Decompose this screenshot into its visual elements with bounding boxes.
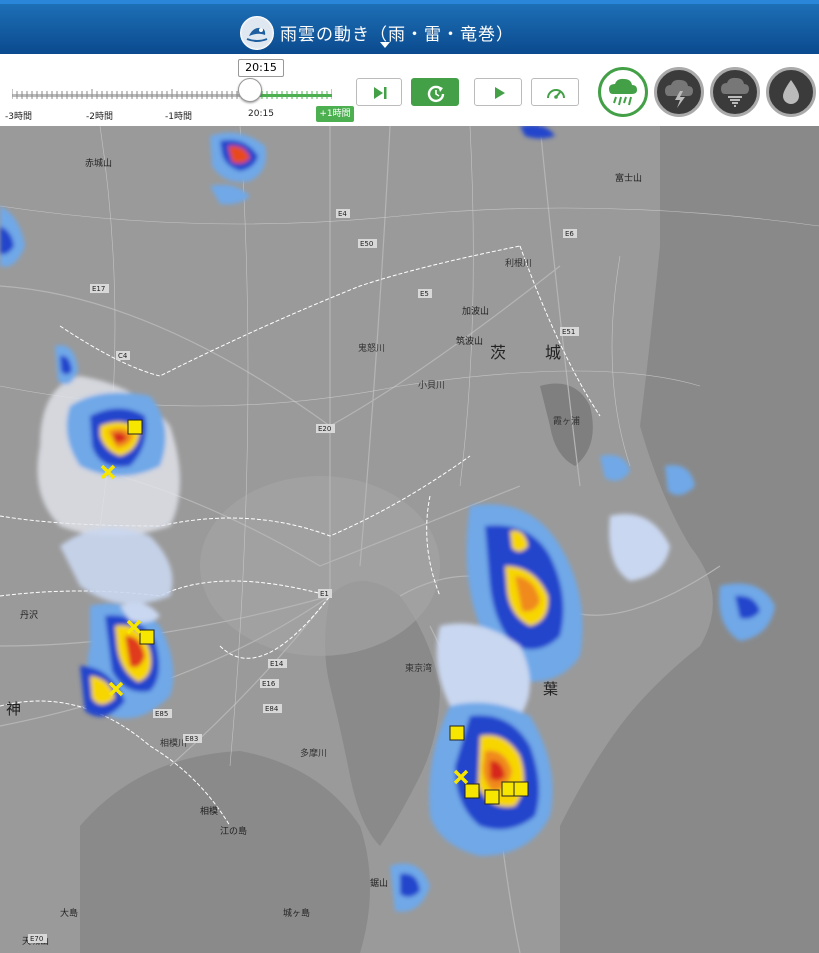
map-label-prefecture: 茨 xyxy=(490,343,506,362)
lightning-square-marker xyxy=(449,725,465,741)
timeline-label-minus3[interactable]: -3時間 xyxy=(5,109,32,122)
page-title[interactable]: 雨雲の動き（雨・雷・竜巻） xyxy=(280,20,514,45)
map-label-river: 小貝川 xyxy=(418,380,445,391)
lightning-square-marker xyxy=(484,789,500,805)
map-label-water: 霞ヶ浦 xyxy=(553,415,580,427)
map-label-river: 相模川 xyxy=(160,737,187,749)
road-label: C4 xyxy=(118,352,128,360)
map-label-mountain: 富士山 xyxy=(615,172,642,184)
lightning-square-marker xyxy=(513,781,529,797)
road-label: E17 xyxy=(92,285,105,293)
road-label: E4 xyxy=(338,210,347,218)
map-label-place: 江の島 xyxy=(220,825,247,837)
road-label: E14 xyxy=(270,660,284,668)
thunder-mode-button[interactable] xyxy=(654,67,704,117)
app-logo-icon xyxy=(240,16,274,50)
thunder-cloud-icon xyxy=(665,79,693,108)
map-label-river: 利根川 xyxy=(505,257,532,269)
rain-cloud-icon xyxy=(609,78,637,106)
skip-to-latest-button[interactable] xyxy=(356,78,402,106)
road-label: E50 xyxy=(360,240,373,248)
map-label-place: 大島 xyxy=(60,907,78,919)
road-label: E84 xyxy=(265,705,279,713)
road-label: E20 xyxy=(318,425,331,433)
map-label-water: 東京湾 xyxy=(405,662,432,674)
map-label-place: 相模 xyxy=(200,805,218,817)
toolbar: 20:15 -3時間 -2時間 -1時間 20:15 +1時間 xyxy=(0,54,819,127)
map-label-mountain: 加波山 xyxy=(462,305,489,317)
tornado-mode-button[interactable] xyxy=(710,67,760,117)
map-canvas[interactable]: 茨城葉神赤城山富士山筑波山加波山丹沢相模江の島城ヶ島天城山大島鋸山東京湾霞ヶ浦鬼… xyxy=(0,126,819,953)
time-slider-handle[interactable] xyxy=(238,78,262,102)
map-label-river: 多摩川 xyxy=(300,747,327,759)
road-label: E5 xyxy=(420,290,429,298)
map-label-mountain: 鋸山 xyxy=(370,877,388,889)
speed-icon xyxy=(547,89,565,99)
chevron-down-icon[interactable] xyxy=(380,42,390,48)
rain-drop-icon xyxy=(783,80,799,104)
rainfall-mode-button[interactable] xyxy=(766,67,816,117)
skip-to-latest-icon xyxy=(374,87,387,99)
map-label-prefecture: 葉 xyxy=(543,680,558,698)
road-label: E1 xyxy=(320,590,329,598)
time-slider[interactable] xyxy=(12,89,332,100)
map-label-prefecture: 城 xyxy=(545,343,561,362)
map-label-place: 城ヶ島 xyxy=(283,907,310,919)
tornado-cloud-icon xyxy=(721,77,749,107)
map-label-mountain: 筑波山 xyxy=(456,335,483,347)
rain-mode-button[interactable] xyxy=(598,67,648,117)
road-label: E83 xyxy=(185,735,198,743)
road-label: E16 xyxy=(262,680,276,688)
rain-radar-map[interactable]: 茨城葉神赤城山富士山筑波山加波山丹沢相模江の島城ヶ島天城山大島鋸山東京湾霞ヶ浦鬼… xyxy=(0,126,819,953)
road-label: E85 xyxy=(155,710,168,718)
play-button[interactable] xyxy=(474,78,522,106)
timeline-label-plus1[interactable]: +1時間 xyxy=(316,106,354,122)
play-icon xyxy=(495,87,505,99)
current-time-bubble: 20:15 xyxy=(238,59,284,77)
timeline-label-now[interactable]: 20:15 xyxy=(248,109,274,119)
map-label-prefecture: 神 xyxy=(6,700,21,718)
map-label-river: 鬼怒川 xyxy=(358,342,385,354)
road-label: E70 xyxy=(30,935,43,943)
refresh-button[interactable] xyxy=(411,78,459,106)
lightning-square-marker xyxy=(127,419,143,435)
map-label-mountain: 丹沢 xyxy=(20,609,38,621)
timeline-label-minus2[interactable]: -2時間 xyxy=(86,109,113,122)
speed-button[interactable] xyxy=(531,78,579,106)
refresh-icon xyxy=(427,85,445,103)
app-header: 雨雲の動き（雨・雷・竜巻） xyxy=(0,0,819,54)
lightning-square-marker xyxy=(464,783,480,799)
timeline-ticks xyxy=(12,89,332,99)
timeline-label-minus1[interactable]: -1時間 xyxy=(165,109,192,122)
road-label: E6 xyxy=(565,230,574,238)
road-label: E51 xyxy=(562,328,575,336)
map-label-mountain: 赤城山 xyxy=(85,158,112,169)
lightning-square-marker xyxy=(139,629,155,645)
